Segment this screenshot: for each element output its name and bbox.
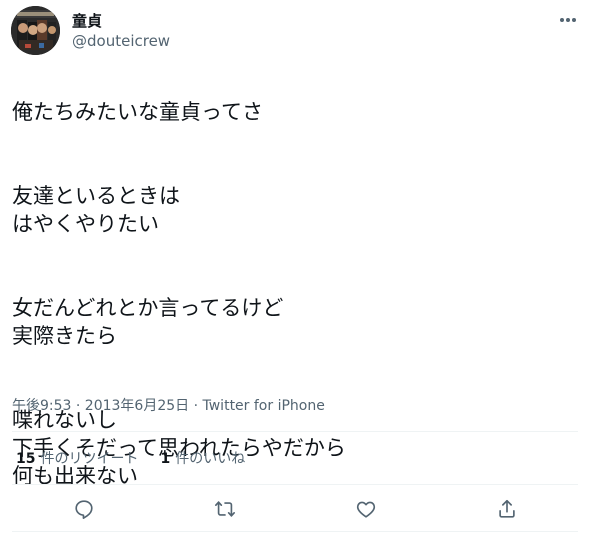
retweet-button[interactable]: [211, 495, 239, 523]
tweet-stats: 15 件のリツイート 1 件のいいね: [16, 449, 245, 469]
tweet-timestamp[interactable]: 午後9:53 · 2013年6月25日: [12, 398, 189, 414]
tweet-card: 童貞 @douteicrew 俺たちみたいな童貞ってさ 友達といるときは はやく…: [0, 0, 602, 539]
divider: [12, 531, 578, 532]
tweet-paragraph: 友達といるときは はやくやりたい: [12, 184, 180, 236]
avatar-image: [11, 6, 60, 55]
divider: [12, 484, 578, 485]
retweets-stat[interactable]: 15 件のリツイート: [16, 449, 138, 469]
display-name[interactable]: 童貞: [72, 12, 102, 30]
tweet-source[interactable]: Twitter for iPhone: [203, 398, 325, 414]
divider: [12, 431, 578, 432]
user-handle[interactable]: @douteicrew: [72, 32, 170, 50]
reply-button[interactable]: [70, 495, 98, 523]
avatar[interactable]: [11, 6, 60, 55]
share-icon: [499, 499, 515, 518]
tweet-paragraph: 俺たちみたいな童貞ってさ: [12, 100, 263, 124]
share-button[interactable]: [493, 495, 521, 523]
meta-separator: ·: [189, 398, 203, 414]
likes-label: 件のいいね: [175, 451, 246, 467]
more-icon: [560, 18, 576, 22]
like-icon: [356, 501, 376, 518]
tweet-meta: 午後9:53 · 2013年6月25日 · Twitter for iPhone: [12, 396, 325, 416]
likes-stat[interactable]: 1 件のいいね: [160, 449, 245, 469]
tweet-paragraph: 喋れないし 下手くそだって思われたらやだから 何も出来ない: [12, 408, 346, 488]
tweet-actions: [0, 495, 602, 523]
reply-icon: [75, 500, 93, 519]
retweets-count: 15: [16, 451, 36, 467]
retweets-label: 件のリツイート: [40, 451, 139, 467]
retweet-icon: [215, 501, 235, 517]
more-button[interactable]: [554, 8, 582, 32]
tweet-paragraph: 女だんどれとか言ってるけど 実際きたら: [12, 296, 284, 348]
like-button[interactable]: [352, 495, 380, 523]
likes-count: 1: [160, 451, 171, 467]
